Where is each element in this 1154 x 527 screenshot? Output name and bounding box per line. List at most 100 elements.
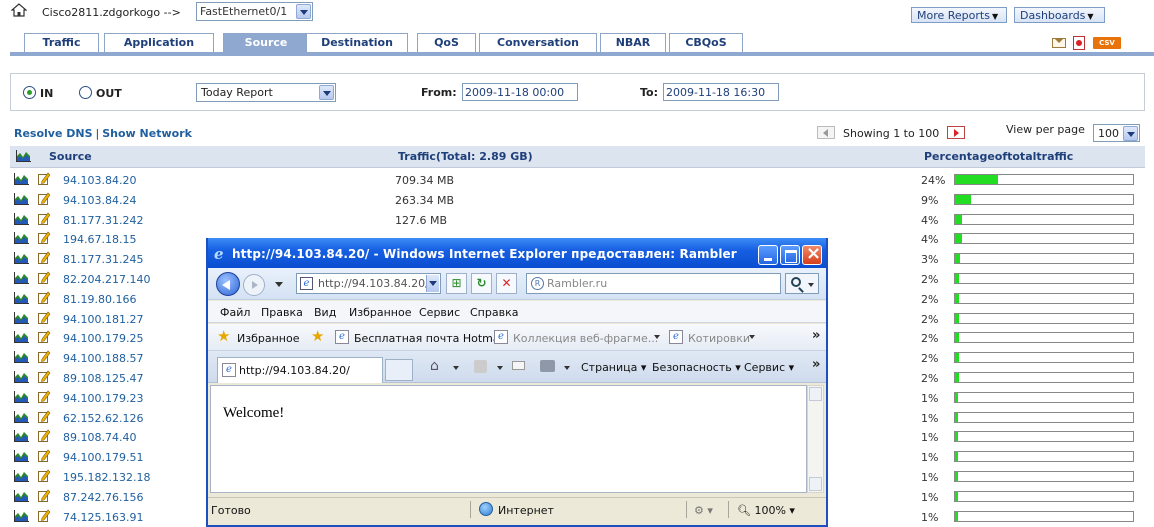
favorites-button[interactable]: Избранное	[237, 332, 299, 345]
edit-icon[interactable]	[38, 469, 51, 482]
source-ip-link[interactable]: 74.125.163.91	[63, 511, 143, 524]
chart-icon[interactable]	[14, 430, 29, 445]
source-ip-link[interactable]: 94.103.84.20	[63, 174, 136, 187]
back-icon[interactable]	[216, 272, 240, 296]
source-ip-link[interactable]: 62.152.62.126	[63, 412, 143, 425]
chart-icon[interactable]	[14, 271, 29, 287]
edit-icon[interactable]	[38, 192, 51, 205]
new-tab-button[interactable]	[385, 359, 413, 381]
csv-icon[interactable]: CSV	[1093, 37, 1121, 49]
edit-icon[interactable]	[38, 172, 51, 185]
interface-select[interactable]: FastEthernet0/1	[196, 2, 313, 21]
source-ip-link[interactable]: 94.100.179.23	[63, 392, 143, 405]
dashboards-button[interactable]: Dashboards ▼	[1014, 7, 1105, 23]
tab-qos[interactable]: QoS	[417, 33, 476, 53]
edit-icon[interactable]	[38, 429, 51, 443]
ie-popup-window[interactable]: e http://94.103.84.20/ - Windows Interne…	[206, 238, 828, 527]
edit-icon[interactable]	[38, 231, 51, 245]
home-icon[interactable]	[11, 3, 27, 17]
out-radio[interactable]	[79, 86, 92, 99]
chart-icon[interactable]	[14, 173, 29, 188]
report-period-select[interactable]: Today Report	[196, 83, 336, 102]
feeds-icon[interactable]	[474, 360, 487, 373]
search-input[interactable]: R Rambler.ru	[526, 273, 781, 294]
edit-icon[interactable]	[38, 449, 51, 463]
chevron-down-icon[interactable]	[1123, 126, 1138, 141]
source-ip-link[interactable]: 94.103.84.24	[63, 194, 136, 207]
chevron-down-icon[interactable]	[654, 335, 660, 339]
vertical-scrollbar[interactable]	[807, 385, 824, 493]
resolve-dns-link[interactable]: Resolve DNS	[14, 127, 93, 140]
chart-icon[interactable]	[14, 410, 29, 426]
source-ip-link[interactable]: 82.204.217.140	[63, 273, 150, 286]
next-page-icon[interactable]	[947, 126, 965, 139]
source-column-header[interactable]: Source	[49, 150, 92, 163]
chart-icon[interactable]	[14, 311, 29, 327]
chart-icon[interactable]	[14, 351, 29, 366]
edit-icon[interactable]	[38, 291, 51, 304]
previous-page-icon[interactable]	[817, 126, 835, 139]
zoom-control[interactable]: 🔍︎ 100% ▾	[737, 504, 795, 517]
address-dropdown-icon[interactable]	[426, 275, 439, 292]
pdf-icon[interactable]	[1073, 36, 1085, 50]
percentage-column-header[interactable]: Percentageoftotaltraffic	[924, 150, 1073, 163]
favorite-link-hotmail[interactable]: Бесплатная почта Hotmail	[354, 332, 506, 345]
stop-icon[interactable]: ✕	[496, 273, 517, 294]
search-button[interactable]	[785, 273, 819, 294]
edit-icon[interactable]	[38, 509, 51, 522]
email-icon[interactable]	[1052, 38, 1066, 48]
edit-icon[interactable]	[38, 330, 51, 344]
more-reports-button[interactable]: More Reports ▼	[911, 7, 1007, 23]
chart-icon[interactable]	[14, 509, 29, 525]
source-ip-link[interactable]: 194.67.18.15	[63, 233, 136, 246]
chart-icon[interactable]	[14, 450, 29, 465]
tab-application[interactable]: Application	[104, 33, 214, 53]
source-ip-link[interactable]: 94.100.188.57	[63, 352, 143, 365]
chart-icon[interactable]	[14, 212, 29, 228]
view-per-page-select[interactable]: 100	[1093, 124, 1140, 142]
more-favorites-icon[interactable]: »	[812, 328, 820, 343]
source-ip-link[interactable]: 195.182.132.18	[63, 471, 150, 484]
maximize-icon[interactable]	[780, 245, 800, 265]
chart-icon[interactable]	[14, 291, 29, 307]
search-options-icon[interactable]	[808, 283, 814, 287]
safety-menu[interactable]: Безопасность ▾	[652, 361, 741, 374]
edit-icon[interactable]	[38, 370, 51, 383]
chart-icon[interactable]	[14, 370, 29, 386]
edit-icon[interactable]	[38, 271, 51, 284]
edit-icon[interactable]	[38, 350, 51, 364]
compatibility-view-icon[interactable]: ⊞	[446, 273, 467, 294]
tab-destination[interactable]: Destination	[306, 33, 408, 53]
tab-source[interactable]: Source	[223, 33, 309, 53]
chevron-down-icon[interactable]	[497, 366, 503, 370]
menu-file[interactable]: Файл	[220, 306, 250, 319]
window-title-bar[interactable]: e http://94.103.84.20/ - Windows Interne…	[208, 238, 826, 268]
close-icon[interactable]	[802, 243, 822, 265]
tab-cbqos[interactable]: CBQoS	[669, 33, 743, 53]
add-favorite-icon[interactable]: ★	[311, 329, 324, 344]
tab-nbar[interactable]: NBAR	[600, 33, 666, 53]
chart-icon[interactable]	[14, 469, 29, 485]
page-menu[interactable]: Страница ▾	[581, 361, 646, 374]
minimize-icon[interactable]	[758, 245, 778, 265]
tab-conversation[interactable]: Conversation	[479, 33, 597, 53]
favorite-link-quotes[interactable]: Котировки	[688, 332, 750, 345]
chevron-down-icon[interactable]	[749, 335, 755, 339]
scroll-down-icon[interactable]	[809, 477, 822, 491]
source-ip-link[interactable]: 94.100.179.51	[63, 451, 143, 464]
favorite-link-webslices[interactable]: Коллекция веб-фрагме...	[513, 332, 658, 345]
chart-icon[interactable]	[14, 390, 29, 406]
source-ip-link[interactable]: 94.100.181.27	[63, 313, 143, 326]
edit-icon[interactable]	[38, 390, 51, 403]
edit-icon[interactable]	[38, 251, 51, 265]
tools-menu[interactable]: Сервис ▾	[744, 361, 794, 374]
chart-icon[interactable]	[14, 252, 29, 267]
chevron-down-icon[interactable]	[453, 366, 459, 370]
in-radio[interactable]	[23, 86, 36, 99]
browser-tab[interactable]: e http://94.103.84.20/	[217, 357, 383, 383]
chart-icon[interactable]	[14, 489, 29, 505]
edit-icon[interactable]	[38, 410, 51, 423]
mail-icon[interactable]	[512, 361, 525, 370]
source-ip-link[interactable]: 81.177.31.245	[63, 253, 143, 266]
traffic-column-header[interactable]: Traffic(Total: 2.89 GB)	[398, 150, 533, 163]
